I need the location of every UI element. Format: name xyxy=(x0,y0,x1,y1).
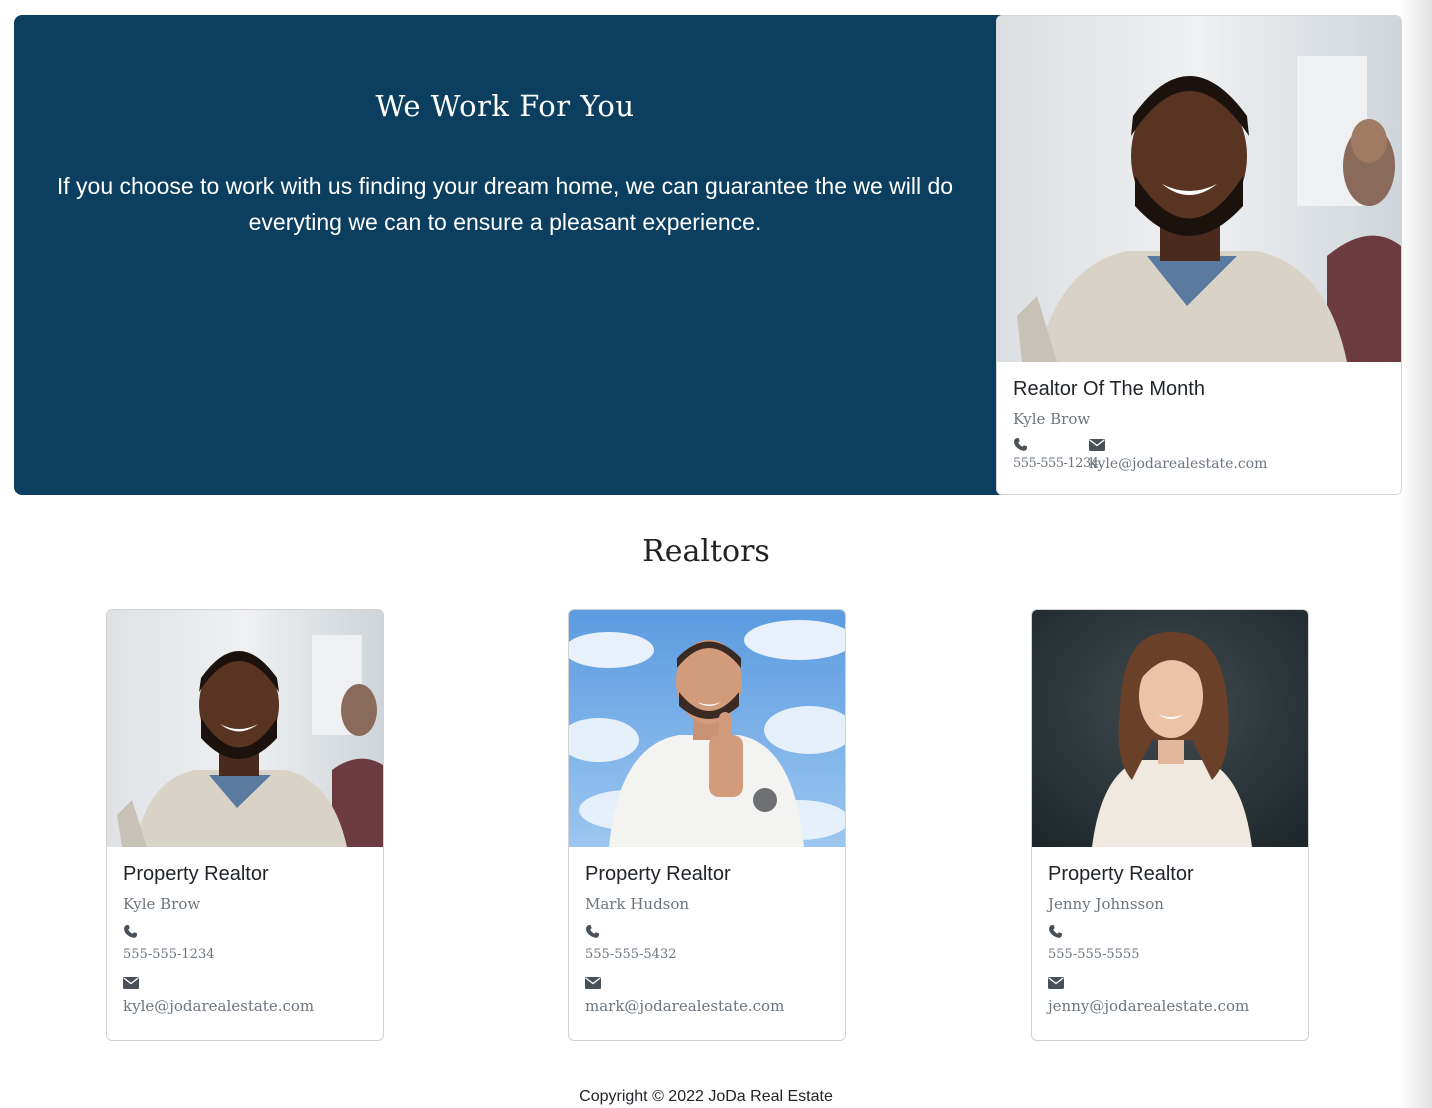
realtor-card-email[interactable]: kyle@jodarealestate.com xyxy=(123,997,314,1015)
realtor-card: Property Realtor Jenny Johnsson 555-555-… xyxy=(1031,609,1309,1041)
realtor-of-month-photo xyxy=(997,16,1401,362)
realtor-card-phone[interactable]: 555-555-5555 xyxy=(1048,947,1140,962)
hero-description: If you choose to work with us finding yo… xyxy=(56,173,954,235)
realtor-card: Property Realtor Mark Hudson 555-555-543… xyxy=(568,609,846,1041)
phone-icon xyxy=(124,924,138,938)
envelope-icon xyxy=(123,977,139,989)
phone-icon xyxy=(1049,924,1063,938)
envelope-icon xyxy=(585,977,601,989)
realtor-card-name: Kyle Brow xyxy=(123,895,201,913)
realtor-card: Property Realtor Kyle Brow 555-555-1234 … xyxy=(106,609,384,1041)
realtor-of-month-title: Realtor Of The Month xyxy=(1013,378,1205,400)
realtor-card-phone[interactable]: 555-555-1234 xyxy=(123,947,215,962)
footer-copyright: Copyright © 2022 JoDa Real Estate xyxy=(579,1088,833,1105)
realtor-card-phone[interactable]: 555-555-5432 xyxy=(585,947,677,962)
realtor-card-title: Property Realtor xyxy=(585,863,731,885)
realtor-of-month-phone[interactable]: 555-555-1234 xyxy=(1013,456,1099,471)
realtor-photo xyxy=(1032,610,1308,847)
realtor-card-title: Property Realtor xyxy=(1048,863,1194,885)
realtor-photo xyxy=(107,610,383,847)
realtor-of-month-email[interactable]: kyle@jodarealestate.com xyxy=(1089,456,1267,472)
phone-icon xyxy=(586,924,600,938)
realtor-of-month-card: Realtor Of The Month Kyle Brow 555-555-1… xyxy=(996,15,1402,495)
envelope-icon xyxy=(1089,439,1105,451)
realtor-card-email[interactable]: mark@jodarealestate.com xyxy=(585,997,784,1015)
realtor-card-title: Property Realtor xyxy=(123,863,269,885)
window-edge-shadow xyxy=(1400,0,1432,1108)
hero-title: We Work For You xyxy=(375,89,635,123)
realtors-heading: Realtors xyxy=(642,534,770,569)
realtor-card-name: Mark Hudson xyxy=(585,895,690,913)
realtor-card-email[interactable]: jenny@jodarealestate.com xyxy=(1048,997,1249,1015)
envelope-icon xyxy=(1048,977,1064,989)
realtor-card-name: Jenny Johnsson xyxy=(1048,895,1164,913)
phone-icon xyxy=(1014,437,1028,451)
realtor-photo xyxy=(569,610,845,847)
realtor-of-month-name: Kyle Brow xyxy=(1013,410,1091,428)
